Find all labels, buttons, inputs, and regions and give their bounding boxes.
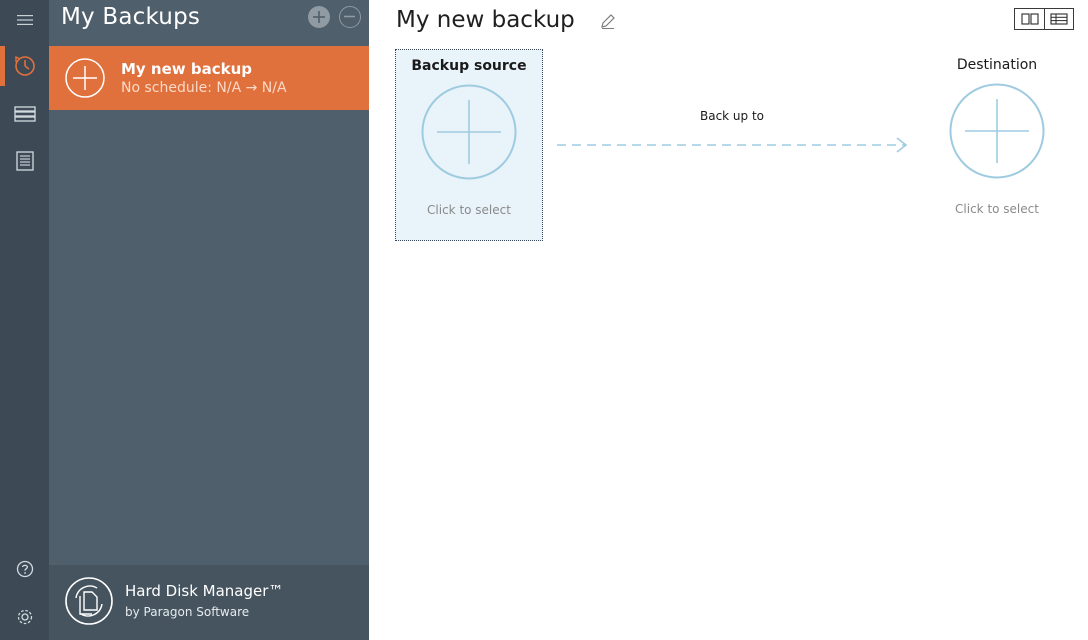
help-icon	[16, 560, 33, 578]
destination-click-hint: Click to select	[955, 202, 1039, 216]
edit-title-button[interactable]	[599, 12, 617, 30]
settings-button[interactable]	[0, 597, 49, 637]
destination-selector[interactable]: Destination Click to select	[923, 49, 1071, 241]
log-list-icon	[15, 151, 34, 171]
product-name: Hard Disk Manager™	[125, 582, 284, 600]
settings-gear-icon	[17, 609, 32, 625]
destination-label: Destination	[956, 57, 1038, 73]
rail-item-backups[interactable]	[0, 46, 49, 86]
active-indicator	[0, 46, 5, 86]
help-button[interactable]	[0, 549, 49, 589]
source-click-hint: Click to select	[427, 203, 511, 217]
rail-item-disks[interactable]	[0, 94, 49, 134]
pencil-icon	[601, 14, 615, 29]
panel-header: My Backups	[49, 0, 369, 46]
product-vendor: by Paragon Software	[125, 605, 250, 619]
backup-source-selector[interactable]: Backup source Click to select	[395, 49, 543, 241]
menu-icon	[16, 15, 33, 25]
menu-button[interactable]	[0, 0, 49, 40]
add-source-icon	[421, 84, 517, 180]
backup-clock-icon	[14, 55, 35, 76]
remove-backup-button[interactable]	[339, 6, 361, 28]
backups-panel: My Backups My new backup No schedule: N/…	[49, 0, 369, 640]
plus-icon	[313, 11, 325, 23]
panel-title: My Backups	[61, 4, 201, 30]
minus-icon	[344, 15, 355, 18]
add-backup-button[interactable]	[308, 6, 330, 28]
grid-view-button[interactable]	[1015, 9, 1044, 29]
back-up-to-label: Back up to	[699, 109, 765, 123]
backup-item-schedule: No schedule: N/A → N/A	[121, 80, 287, 96]
add-destination-icon	[949, 83, 1045, 179]
backup-source-label: Backup source	[411, 58, 527, 74]
backup-item-name: My new backup	[121, 60, 253, 78]
list-view-button[interactable]	[1044, 9, 1073, 29]
product-footer: Hard Disk Manager™ by Paragon Software	[49, 565, 369, 640]
view-toggle	[1014, 8, 1074, 30]
backup-list-item[interactable]: My new backup No schedule: N/A → N/A	[49, 46, 369, 110]
disks-icon	[13, 106, 36, 122]
add-circle-icon	[65, 58, 105, 98]
hdm-logo-icon	[65, 577, 113, 625]
nav-rail	[0, 0, 49, 640]
grid-view-icon	[1020, 13, 1039, 25]
rail-item-log[interactable]	[0, 141, 49, 181]
list-view-icon	[1050, 13, 1068, 25]
backup-title: My new backup	[396, 7, 575, 33]
main-area: My new backup Backup source Click to sel…	[369, 0, 1088, 640]
app-window: My Backups My new backup No schedule: N/…	[0, 0, 1088, 640]
dashed-arrow-icon	[557, 137, 908, 153]
